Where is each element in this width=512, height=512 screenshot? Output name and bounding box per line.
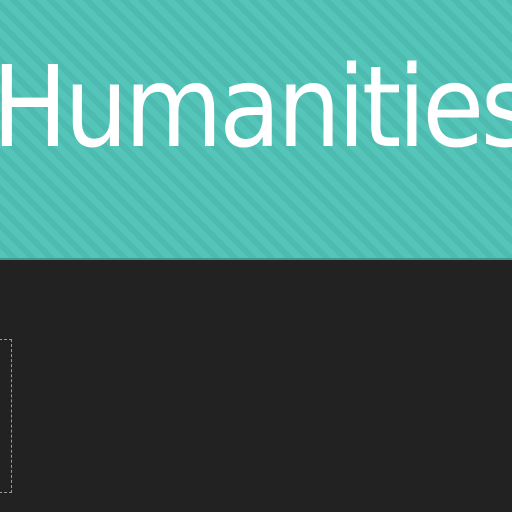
slide-canvas: Humanities <box>0 0 512 512</box>
content-placeholder[interactable] <box>0 339 12 493</box>
title-banner: Humanities <box>0 0 512 260</box>
slide-body-area <box>0 260 512 512</box>
slide-title[interactable]: Humanities <box>0 52 512 164</box>
